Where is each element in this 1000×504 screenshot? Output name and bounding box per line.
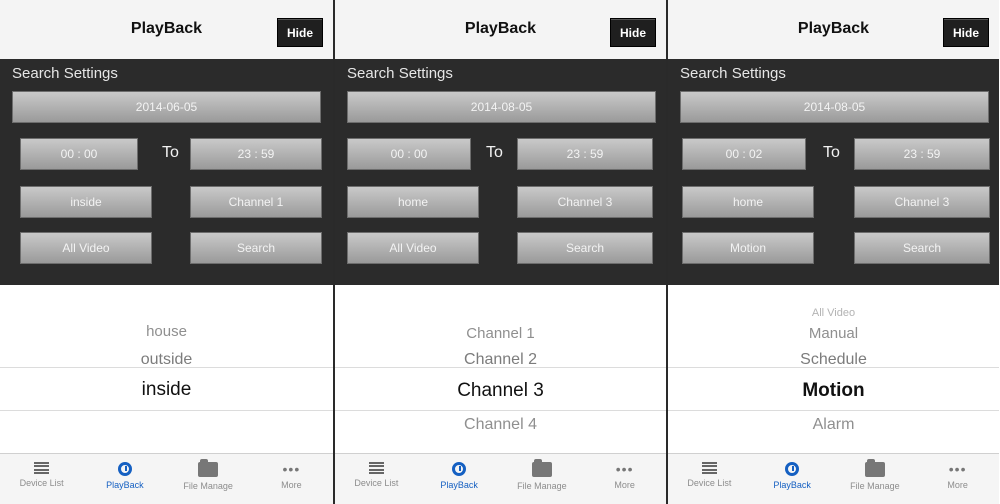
picker-item-selected[interactable]: Channel 3 xyxy=(335,380,666,402)
search-settings-title: Search Settings xyxy=(12,65,118,82)
date-button[interactable]: 2014-08-05 xyxy=(680,91,989,123)
tab-label: More xyxy=(947,480,968,490)
tab-device-list[interactable]: Device List xyxy=(668,454,751,504)
tab-label: More xyxy=(281,480,302,490)
video-type-button[interactable]: All Video xyxy=(347,232,479,264)
picker-item[interactable]: Schedule xyxy=(668,351,999,369)
start-time-button[interactable]: 00 : 02 xyxy=(682,138,806,170)
hide-button[interactable]: Hide xyxy=(277,18,323,47)
tab-bar: Device List PlayBack File Manage ••• Mor… xyxy=(668,453,999,504)
more-icon: ••• xyxy=(615,461,634,477)
tab-more[interactable]: ••• More xyxy=(916,454,999,504)
tab-file-manage[interactable]: File Manage xyxy=(501,454,584,504)
location-button[interactable]: home xyxy=(347,186,479,218)
start-time-button[interactable]: 00 : 00 xyxy=(347,138,471,170)
date-button[interactable]: 2014-06-05 xyxy=(12,91,321,123)
search-button[interactable]: Search xyxy=(190,232,322,264)
tab-device-list[interactable]: Device List xyxy=(0,454,83,504)
hide-button[interactable]: Hide xyxy=(610,18,656,47)
picker-item[interactable]: outside xyxy=(0,351,333,369)
end-time-button[interactable]: 23 : 59 xyxy=(517,138,653,170)
video-type-button[interactable]: Motion xyxy=(682,232,814,264)
tab-label: File Manage xyxy=(183,481,233,491)
title-bar: PlayBack Hide xyxy=(668,0,999,60)
tab-label: Device List xyxy=(19,478,64,488)
playback-screen-2: PlayBack Hide Search Settings 2014-08-05… xyxy=(333,0,666,504)
search-settings-title: Search Settings xyxy=(680,65,786,82)
channel-button[interactable]: Channel 1 xyxy=(190,186,322,218)
start-time-button[interactable]: 00 : 00 xyxy=(20,138,138,170)
picker-item[interactable]: Manual xyxy=(668,325,999,342)
tab-label: PlayBack xyxy=(106,480,144,490)
to-label: To xyxy=(486,144,503,161)
title-bar: PlayBack Hide xyxy=(335,0,666,60)
picker-item[interactable]: Channel 4 xyxy=(335,416,666,434)
location-button[interactable]: inside xyxy=(20,186,152,218)
channel-button[interactable]: Channel 3 xyxy=(517,186,653,218)
picker-item[interactable]: All Video xyxy=(668,307,999,319)
search-button[interactable]: Search xyxy=(854,232,990,264)
picker-item[interactable]: Channel 1 xyxy=(335,325,666,342)
tab-playback[interactable]: PlayBack xyxy=(751,454,834,504)
tab-bar: Device List PlayBack File Manage ••• Mor… xyxy=(0,453,333,504)
picker-wheel[interactable]: Channel 1 Channel 2 Channel 3 Channel 4 xyxy=(335,285,666,454)
channel-button[interactable]: Channel 3 xyxy=(854,186,990,218)
video-type-button[interactable]: All Video xyxy=(20,232,152,264)
tab-playback[interactable]: PlayBack xyxy=(83,454,166,504)
picker-wheel[interactable]: house outside inside xyxy=(0,285,333,454)
clock-icon xyxy=(117,462,132,476)
tab-playback[interactable]: PlayBack xyxy=(418,454,501,504)
tab-file-manage[interactable]: File Manage xyxy=(167,454,250,504)
search-settings-panel: Search Settings 2014-08-05 00 : 02 To 23… xyxy=(668,59,999,285)
search-settings-title: Search Settings xyxy=(347,65,453,82)
picker-item[interactable]: Alarm xyxy=(668,416,999,434)
tab-more[interactable]: ••• More xyxy=(583,454,666,504)
to-label: To xyxy=(823,144,840,161)
tab-label: File Manage xyxy=(850,481,900,491)
location-button[interactable]: home xyxy=(682,186,814,218)
list-icon xyxy=(34,462,50,474)
tab-device-list[interactable]: Device List xyxy=(335,454,418,504)
clock-icon xyxy=(452,462,467,476)
search-settings-panel: Search Settings 2014-06-05 00 : 00 To 23… xyxy=(0,59,333,285)
date-button[interactable]: 2014-08-05 xyxy=(347,91,656,123)
tab-label: PlayBack xyxy=(773,480,811,490)
hide-button[interactable]: Hide xyxy=(943,18,989,47)
folder-icon xyxy=(531,459,552,477)
picker-item-selected[interactable]: inside xyxy=(0,379,333,401)
to-label: To xyxy=(162,144,179,161)
tab-label: File Manage xyxy=(517,481,567,491)
folder-icon xyxy=(864,459,885,477)
picker-wheel[interactable]: All Video Manual Schedule Motion Alarm xyxy=(668,285,999,454)
list-icon xyxy=(368,462,384,474)
picker-item-selected[interactable]: Motion xyxy=(668,380,999,402)
end-time-button[interactable]: 23 : 59 xyxy=(190,138,322,170)
tab-more[interactable]: ••• More xyxy=(250,454,333,504)
tab-label: Device List xyxy=(687,478,732,488)
playback-screen-3: PlayBack Hide Search Settings 2014-08-05… xyxy=(666,0,999,504)
clock-icon xyxy=(785,462,800,476)
more-icon: ••• xyxy=(948,461,967,477)
search-button[interactable]: Search xyxy=(517,232,653,264)
folder-icon xyxy=(198,459,219,477)
tab-bar: Device List PlayBack File Manage ••• Mor… xyxy=(335,453,666,504)
tab-label: Device List xyxy=(354,478,399,488)
picker-item[interactable]: Channel 2 xyxy=(335,351,666,369)
tab-file-manage[interactable]: File Manage xyxy=(834,454,917,504)
title-bar: PlayBack Hide xyxy=(0,0,333,60)
end-time-button[interactable]: 23 : 59 xyxy=(854,138,990,170)
tab-label: More xyxy=(614,480,635,490)
tab-label: PlayBack xyxy=(440,480,478,490)
more-icon: ••• xyxy=(282,461,301,477)
search-settings-panel: Search Settings 2014-08-05 00 : 00 To 23… xyxy=(335,59,666,285)
picker-item[interactable]: house xyxy=(0,323,333,340)
playback-screen-1: PlayBack Hide Search Settings 2014-06-05… xyxy=(0,0,333,504)
list-icon xyxy=(701,462,717,474)
